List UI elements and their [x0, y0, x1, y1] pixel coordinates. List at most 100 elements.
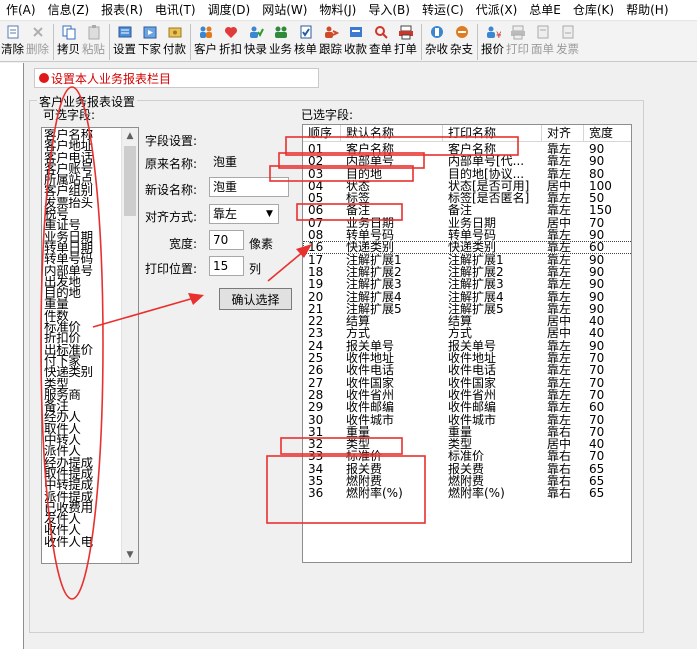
- list-item[interactable]: 中转提成: [44, 479, 124, 490]
- table-row[interactable]: 19 注解扩展3 注解扩展3 靠左 90: [303, 278, 631, 290]
- list-item[interactable]: 业务日期: [44, 231, 124, 242]
- table-row[interactable]: 34 报关费 报关费 靠右 65: [303, 463, 631, 475]
- table-row[interactable]: 29 收件邮编 收件邮编 靠左 60: [303, 401, 631, 413]
- list-item[interactable]: 客户名称: [44, 129, 124, 140]
- column-header[interactable]: 宽度: [584, 125, 631, 142]
- list-item[interactable]: 客户账号: [44, 163, 124, 174]
- table-row[interactable]: 06 备注 备注 靠左 150: [303, 204, 631, 216]
- list-item[interactable]: 转单号码: [44, 253, 124, 264]
- list-item[interactable]: 派件人: [44, 445, 124, 456]
- menu-item[interactable]: 转运(C): [416, 0, 470, 21]
- list-item[interactable]: 中转人: [44, 434, 124, 445]
- list-item[interactable]: 目的地: [44, 287, 124, 298]
- available-fields-list[interactable]: 客户名称 客户地址 客户电话 客户账号 所属站点 客户组别 发票抬头 税号 重证号 业务日期 转单日…: [41, 127, 139, 564]
- toolbar-button[interactable]: 拷贝: [56, 22, 81, 62]
- toolbar-button[interactable]: 发票: [555, 22, 580, 62]
- list-item[interactable]: 标准价: [44, 321, 124, 332]
- table-row[interactable]: 25 收件地址 收件地址 靠左 70: [303, 352, 631, 364]
- alignment-select[interactable]: 靠左 ▼: [209, 204, 279, 224]
- list-item[interactable]: 出标准价: [44, 344, 124, 355]
- list-item[interactable]: 转单日期: [44, 242, 124, 253]
- menu-item[interactable]: 帮助(H): [620, 0, 674, 21]
- menu-item[interactable]: 代派(X): [470, 0, 524, 21]
- menu-item[interactable]: 导入(B): [362, 0, 416, 21]
- table-row[interactable]: 17 注解扩展1 注解扩展1 靠左 90: [303, 254, 631, 266]
- list-item[interactable]: 内部单号: [44, 265, 124, 276]
- list-item[interactable]: 所属站点: [44, 174, 124, 185]
- list-item[interactable]: 重量: [44, 298, 124, 309]
- table-row[interactable]: 26 收件电话 收件电话 靠左 70: [303, 364, 631, 376]
- list-item[interactable]: 客户地址: [44, 140, 124, 151]
- list-item[interactable]: 付下家: [44, 355, 124, 366]
- table-row[interactable]: 27 收件国家 收件国家 靠左 70: [303, 377, 631, 389]
- toolbar-button[interactable]: 客户: [193, 22, 218, 62]
- list-item[interactable]: 发件人: [44, 513, 124, 524]
- menu-item[interactable]: 调度(D): [202, 0, 257, 21]
- table-row[interactable]: 05 标签 标签[是否匿名] 靠左 50: [303, 192, 631, 204]
- list-item[interactable]: 发票抬头: [44, 197, 124, 208]
- column-header[interactable]: 顺序: [303, 125, 341, 142]
- toolbar-button[interactable]: 清除: [0, 22, 25, 62]
- toolbar-button[interactable]: 折扣: [218, 22, 243, 62]
- table-row[interactable]: 33 标准价 标准价 靠右 70: [303, 450, 631, 462]
- table-row[interactable]: 35 燃附费 燃附费 靠右 65: [303, 475, 631, 487]
- toolbar-button[interactable]: 收款: [343, 22, 368, 62]
- toolbar-button[interactable]: 面单: [530, 22, 555, 62]
- chevron-down-icon[interactable]: ▼: [262, 206, 277, 222]
- list-item[interactable]: 出发地: [44, 276, 124, 287]
- toolbar-button[interactable]: 跟踪: [318, 22, 343, 62]
- menu-item[interactable]: 报表(R): [95, 0, 149, 21]
- menu-item[interactable]: 电讯(T): [149, 0, 202, 21]
- toolbar-button[interactable]: 查单: [368, 22, 393, 62]
- menu-item[interactable]: 总单E: [523, 0, 567, 21]
- toolbar-button[interactable]: 付款: [162, 22, 187, 62]
- toolbar-button[interactable]: 核单: [293, 22, 318, 62]
- list-item[interactable]: 收件人电: [44, 536, 124, 547]
- table-row[interactable]: 20 注解扩展4 注解扩展4 靠左 90: [303, 291, 631, 303]
- column-header[interactable]: 打印名称: [443, 125, 542, 142]
- table-row[interactable]: 30 收件城市 收件城市 靠左 70: [303, 414, 631, 426]
- list-item[interactable]: 件数: [44, 310, 124, 321]
- table-row[interactable]: 28 收件省州 收件省州 靠左 70: [303, 389, 631, 401]
- toolbar-button[interactable]: 删除: [25, 22, 50, 62]
- list-item[interactable]: 取件人: [44, 423, 124, 434]
- list-item[interactable]: 经办人: [44, 411, 124, 422]
- print-position-field[interactable]: 15: [209, 256, 244, 276]
- table-row[interactable]: 22 结算 结算 居中 40: [303, 315, 631, 327]
- table-row[interactable]: 07 业务日期 业务日期 居中 70: [303, 217, 631, 229]
- toolbar-button[interactable]: 杂收: [424, 22, 449, 62]
- selected-fields-table[interactable]: 顺序 默认名称 打印名称 对齐 宽度 01 客户名称 客户名称 靠左 90 02 内部单号 内部单号[…: [302, 124, 632, 563]
- list-item[interactable]: 快递类别: [44, 366, 124, 377]
- list-item[interactable]: 税号: [44, 208, 124, 219]
- menu-item[interactable]: 网站(W): [256, 0, 313, 21]
- list-item[interactable]: 已收费用: [44, 502, 124, 513]
- table-row[interactable]: 36 燃附率(%) 燃附率(%) 靠右 65: [303, 487, 631, 499]
- list-item[interactable]: 备注: [44, 400, 124, 411]
- toolbar-button[interactable]: 杂支: [449, 22, 474, 62]
- toolbar-button[interactable]: 设置: [112, 22, 137, 62]
- list-item[interactable]: 客户电话: [44, 152, 124, 163]
- table-row[interactable]: 02 内部单号 内部单号[代... 靠左 90: [303, 155, 631, 167]
- toolbar-button[interactable]: 粘贴: [81, 22, 106, 62]
- column-header[interactable]: 对齐: [542, 125, 584, 142]
- table-row[interactable]: 23 方式 方式 居中 40: [303, 327, 631, 339]
- toolbar-button[interactable]: 下家: [137, 22, 162, 62]
- list-item[interactable]: 派件提成: [44, 491, 124, 502]
- table-row[interactable]: 24 报关单号 报关单号 靠左 90: [303, 340, 631, 352]
- list-item[interactable]: 类型: [44, 378, 124, 389]
- table-row[interactable]: 21 注解扩展5 注解扩展5 靠左 90: [303, 303, 631, 315]
- table-row[interactable]: 16 快递类别 快递类别 靠左 60: [303, 241, 631, 254]
- scroll-down-icon[interactable]: ▼: [122, 547, 138, 563]
- table-row[interactable]: 31 重量 重量 靠右 70: [303, 426, 631, 438]
- toolbar-button[interactable]: ¥ 报价: [480, 22, 505, 62]
- table-row[interactable]: 18 注解扩展2 注解扩展2 靠左 90: [303, 266, 631, 278]
- menu-item[interactable]: 信息(Z): [42, 0, 96, 21]
- menu-item[interactable]: 物料(J): [313, 0, 362, 21]
- list-item[interactable]: 重证号: [44, 219, 124, 230]
- menu-item[interactable]: 作(A): [0, 0, 42, 21]
- toolbar-button[interactable]: 业务: [268, 22, 293, 62]
- toolbar-button[interactable]: 打单: [393, 22, 418, 62]
- scroll-up-icon[interactable]: ▲: [122, 128, 138, 144]
- list-item[interactable]: 折扣价: [44, 332, 124, 343]
- table-row[interactable]: 08 转单号码 转单号码 靠左 90: [303, 229, 631, 241]
